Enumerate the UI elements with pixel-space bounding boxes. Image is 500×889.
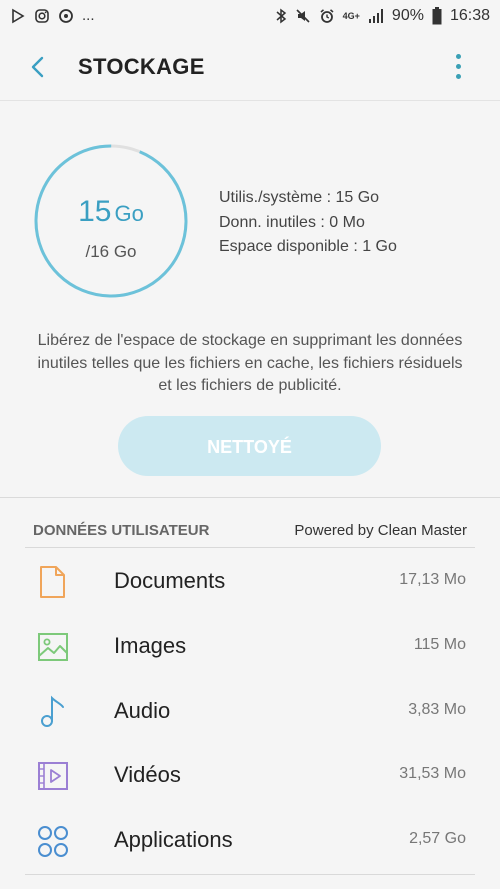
clock: 16:38 (449, 7, 490, 24)
list-item-size: 3,83 Mo (408, 701, 466, 718)
music-note-icon (41, 695, 64, 727)
document-icon (40, 566, 65, 598)
total-storage: /16 Go (85, 242, 137, 261)
signal-icon (368, 9, 383, 23)
system-icons: 4G+ 90% 16:38 (275, 7, 490, 25)
stat-junk: Donn. inutiles : 0 Mo (219, 213, 365, 231)
page-title: STOCKAGE (78, 54, 205, 79)
sync-circle-icon (59, 8, 73, 23)
section-divider (25, 547, 475, 548)
section-heading: DONNÉES UTILISATEUR (33, 522, 210, 539)
list-item-label: Images (114, 633, 187, 658)
network-type: 4G+ (342, 11, 360, 21)
back-arrow-icon[interactable] (26, 52, 52, 82)
divider (0, 497, 500, 498)
status-bar: ... 4G+ 90% 16:38 (0, 0, 500, 34)
play-store-icon (12, 8, 25, 23)
battery-icon (432, 7, 442, 25)
list-item-documents[interactable]: Documents 17,13 Mo (0, 550, 500, 614)
video-icon (38, 762, 68, 790)
mute-icon (296, 9, 310, 23)
used-unit: Go (114, 201, 144, 226)
clean-button[interactable]: NETTOYÉ (118, 416, 381, 476)
instagram-icon (35, 8, 49, 23)
storage-description: Libérez de l'espace de stockage en suppr… (37, 332, 463, 394)
list-item-audio[interactable]: Audio 3,83 Mo (0, 680, 500, 744)
alarm-icon (320, 9, 334, 23)
list-item-applications[interactable]: Applications 2,57 Go (0, 809, 500, 873)
list-item-size: 31,53 Mo (399, 765, 466, 782)
bluetooth-icon (276, 8, 286, 24)
list-item-label: Vidéos (114, 762, 181, 787)
list-item-label: Documents (114, 568, 226, 593)
more-notifications: ... (82, 7, 95, 24)
used-number: 15 (78, 195, 112, 228)
battery-percent: 90% (391, 7, 424, 24)
list-item-size: 17,13 Mo (399, 571, 466, 588)
list-item-images[interactable]: Images 115 Mo (0, 615, 500, 679)
powered-by: Powered by Clean Master (294, 522, 467, 539)
notification-icons: ... (10, 7, 95, 24)
list-item-videos[interactable]: Vidéos 31,53 Mo (0, 744, 500, 808)
apps-grid-icon (38, 826, 68, 857)
stat-available: Espace disponible : 1 Go (219, 238, 397, 255)
list-bottom-divider (25, 874, 475, 875)
app-bar: STOCKAGE (0, 34, 500, 101)
storage-stats: Utilis./système : 15 Go Donn. inutiles :… (219, 186, 397, 260)
stat-system: Utilis./système : 15 Go (219, 189, 380, 206)
list-item-size: 2,57 Go (409, 830, 466, 847)
list-item-label: Applications (114, 827, 233, 852)
list-item-label: Audio (114, 698, 171, 723)
used-storage-value: 15 Go (33, 195, 189, 229)
image-icon (38, 633, 68, 661)
list-item-size: 115 Mo (413, 636, 466, 653)
more-options-icon[interactable] (454, 54, 464, 80)
